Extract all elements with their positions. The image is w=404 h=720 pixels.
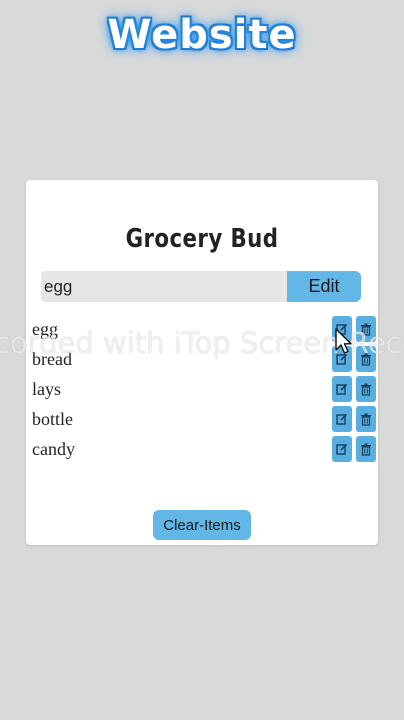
submit-edit-button[interactable]: Edit (287, 271, 361, 302)
item-actions (332, 406, 376, 432)
grocery-input[interactable] (41, 271, 287, 302)
grocery-form: Edit (41, 271, 361, 302)
trash-icon (361, 353, 371, 366)
edit-item-button[interactable] (332, 406, 352, 432)
list-item: lays (32, 374, 376, 404)
item-name: bread (32, 349, 72, 369)
video-overlay-title: Website (107, 12, 297, 58)
item-name: lays (32, 379, 61, 399)
list-item: bottle (32, 404, 376, 434)
trash-icon (361, 323, 371, 336)
edit-icon (336, 383, 348, 395)
delete-item-button[interactable] (356, 316, 376, 342)
item-actions (332, 436, 376, 462)
edit-icon (336, 413, 348, 425)
edit-item-button[interactable] (332, 436, 352, 462)
edit-item-button[interactable] (332, 376, 352, 402)
trash-icon (361, 443, 371, 456)
delete-item-button[interactable] (356, 406, 376, 432)
trash-icon (361, 383, 371, 396)
trash-icon (361, 413, 371, 426)
delete-item-button[interactable] (356, 346, 376, 372)
item-name: bottle (32, 409, 73, 429)
screen: Website Grocery Bud Edit egg (0, 0, 404, 720)
clear-items-button[interactable]: Clear-Items (153, 510, 251, 540)
mouse-pointer-icon (335, 328, 352, 354)
list-item: egg (32, 314, 376, 344)
item-name: candy (32, 439, 75, 459)
page-title: Grocery Bud (125, 224, 279, 254)
grocery-list: egg bread lays bottle candy (32, 314, 376, 464)
delete-item-button[interactable] (356, 436, 376, 462)
edit-icon (336, 443, 348, 455)
list-item: bread (32, 344, 376, 374)
grocery-container: Grocery Bud Edit egg (26, 180, 378, 545)
delete-item-button[interactable] (356, 376, 376, 402)
list-item: candy (32, 434, 376, 464)
item-name: egg (32, 319, 58, 339)
item-actions (332, 376, 376, 402)
